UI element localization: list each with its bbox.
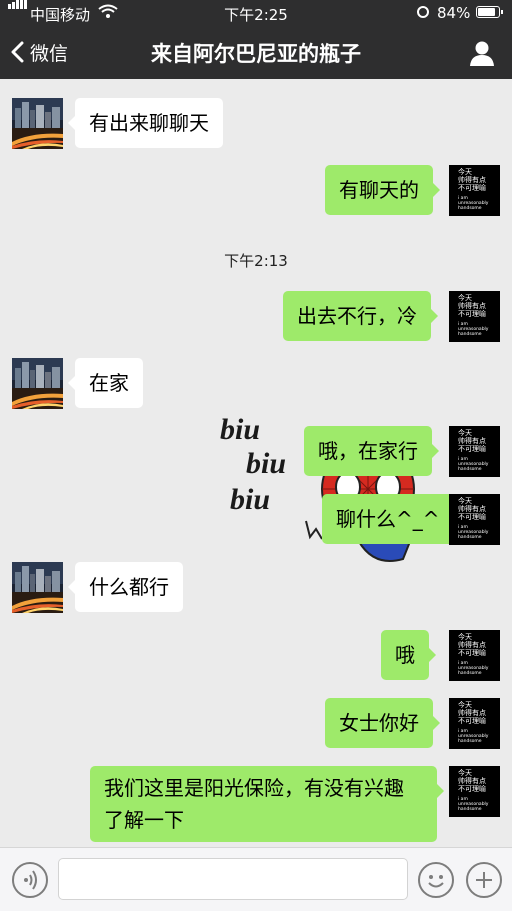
message-input[interactable] bbox=[58, 858, 408, 900]
contact-avatar[interactable] bbox=[12, 98, 63, 149]
svg-text:biu: biu bbox=[230, 483, 270, 516]
top-bar: 中国移动 下午2:25 84% 微信 来自阿尔巴尼亚的瓶子 bbox=[0, 0, 512, 79]
emoji-button[interactable] bbox=[418, 862, 454, 898]
self-avatar-text: 不可理喻 bbox=[458, 309, 486, 318]
self-avatar[interactable]: 今天 帅得有点 不可理喻 i am unreasonably handsome bbox=[449, 426, 500, 477]
self-avatar[interactable]: 今天 帅得有点 不可理喻 i am unreasonably handsome bbox=[449, 165, 500, 216]
voice-wave-icon bbox=[24, 870, 37, 890]
self-avatar-text: 帅得有点 bbox=[458, 708, 486, 717]
self-avatar-text: handsome bbox=[458, 806, 482, 812]
self-avatar-text: 不可理喻 bbox=[458, 444, 486, 453]
self-avatar-text: 帅得有点 bbox=[458, 776, 486, 785]
message-bubble: 有聊天的 bbox=[325, 165, 440, 215]
self-avatar[interactable]: 今天 帅得有点 不可理喻 i am unreasonably handsome bbox=[449, 766, 500, 817]
message-bubble: 出去不行，冷 bbox=[283, 291, 438, 341]
self-avatar-image: 今天帅得有点不可理喻i amunreasonablyhandsome bbox=[449, 698, 500, 749]
self-avatar-image: 今天帅得有点不可理喻i amunreasonablyhandsome bbox=[449, 426, 500, 477]
self-avatar-text: 今天 bbox=[458, 496, 472, 505]
plus-icon bbox=[476, 872, 492, 888]
self-avatar-text: 不可理喻 bbox=[458, 648, 486, 657]
message-bubble: 女士你好 bbox=[325, 698, 440, 748]
self-avatar-text: 不可理喻 bbox=[458, 183, 486, 192]
self-avatar-image: 今天帅得有点不可理喻i amunreasonablyhandsome bbox=[449, 291, 500, 342]
status-bar: 中国移动 下午2:25 84% bbox=[0, 0, 512, 26]
chat-title: 来自阿尔巴尼亚的瓶子 bbox=[151, 42, 361, 66]
self-avatar-text: handsome bbox=[458, 331, 482, 337]
self-avatar[interactable]: 今天 帅得有点 不可理喻 i am unreasonably handsome bbox=[449, 698, 500, 749]
self-avatar-text: handsome bbox=[458, 205, 482, 211]
message-bubble: 我们这里是阳光保险，有没有兴趣了解一下 bbox=[90, 766, 444, 842]
chat-area[interactable]: biu biu biu 有出来聊聊天 有聊天的 今天 帅得有点 不可理喻 i am un… bbox=[0, 79, 512, 847]
self-avatar[interactable]: 今天 帅得有点 不可理喻 i am unreasonably handsome bbox=[449, 291, 500, 342]
contact-avatar[interactable] bbox=[12, 562, 63, 613]
self-avatar-image: 今天帅得有点不可理喻i amunreasonablyhandsome bbox=[449, 494, 500, 545]
self-avatar[interactable]: 今天 帅得有点 不可理喻 i am unreasonably handsome bbox=[449, 630, 500, 681]
battery-percent: 84% bbox=[437, 4, 471, 22]
self-avatar-image: 今天帅得有点不可理喻i amunreasonablyhandsome bbox=[449, 165, 500, 216]
self-avatar-text: handsome bbox=[458, 466, 482, 472]
profile-icon[interactable] bbox=[468, 40, 496, 66]
message-bubble: 哦 bbox=[381, 630, 436, 680]
message-bubble: 聊什么^_^ bbox=[322, 494, 461, 544]
rotation-lock-icon bbox=[417, 6, 429, 18]
self-avatar-text: handsome bbox=[458, 670, 482, 676]
self-avatar-text: 帅得有点 bbox=[458, 640, 486, 649]
self-avatar-text: handsome bbox=[458, 738, 482, 744]
smile-icon bbox=[428, 875, 444, 888]
self-avatar-text: 今天 bbox=[458, 700, 472, 709]
self-avatar-text: 帅得有点 bbox=[458, 504, 486, 513]
self-avatar-text: 今天 bbox=[458, 768, 472, 777]
self-avatar-text: 今天 bbox=[458, 293, 472, 302]
self-avatar-text: 今天 bbox=[458, 428, 472, 437]
more-button[interactable] bbox=[466, 862, 502, 898]
svg-text:biu: biu bbox=[246, 447, 286, 480]
self-avatar-text: 帅得有点 bbox=[458, 436, 486, 445]
input-bar bbox=[0, 847, 512, 911]
message-bubble: 在家 bbox=[68, 358, 143, 408]
self-avatar-text: 不可理喻 bbox=[458, 512, 486, 521]
self-avatar-text: 不可理喻 bbox=[458, 784, 486, 793]
timestamp: 下午2:13 bbox=[224, 252, 288, 270]
battery-icon bbox=[476, 6, 503, 18]
message-bubble: 有出来聊聊天 bbox=[68, 98, 223, 148]
self-avatar-text: 帅得有点 bbox=[458, 175, 486, 184]
contact-avatar[interactable] bbox=[12, 358, 63, 409]
message-bubble: 哦，在家行 bbox=[304, 426, 439, 476]
self-avatar-text: 帅得有点 bbox=[458, 301, 486, 310]
self-avatar-image: 今天帅得有点不可理喻i amunreasonablyhandsome bbox=[449, 630, 500, 681]
self-avatar[interactable]: 今天 帅得有点 不可理喻 i am unreasonably handsome bbox=[449, 494, 500, 545]
status-time: 下午2:25 bbox=[224, 6, 288, 24]
voice-button[interactable] bbox=[12, 862, 48, 898]
self-avatar-image: 今天帅得有点不可理喻i amunreasonablyhandsome bbox=[449, 766, 500, 817]
self-avatar-text: handsome bbox=[458, 534, 482, 540]
self-avatar-text: 今天 bbox=[458, 167, 472, 176]
message-bubble: 什么都行 bbox=[68, 562, 183, 612]
svg-text:biu: biu bbox=[220, 413, 260, 446]
self-avatar-text: 今天 bbox=[458, 632, 472, 641]
self-avatar-text: 不可理喻 bbox=[458, 716, 486, 725]
